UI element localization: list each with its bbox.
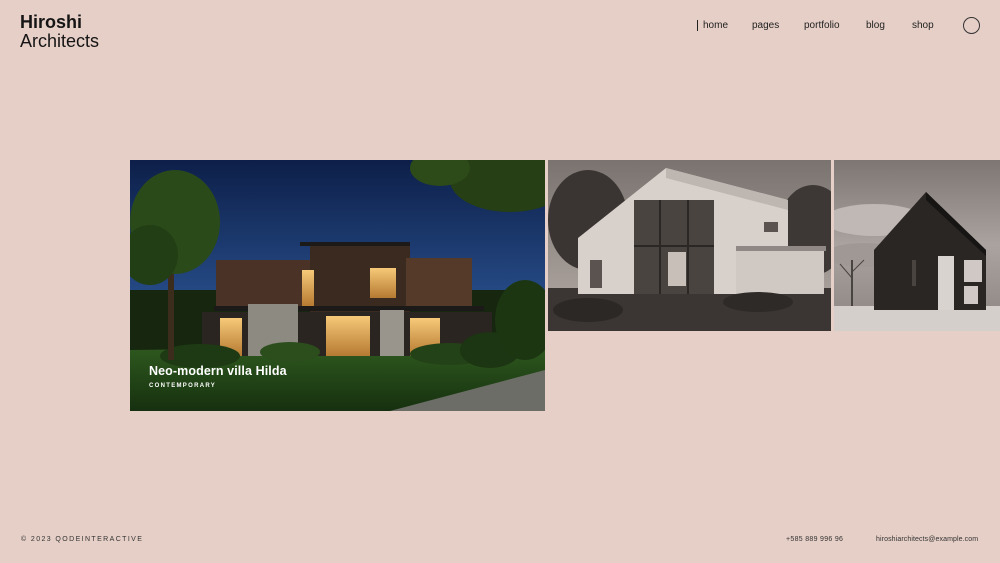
footer-phone[interactable]: +585 889 996 96 [786,536,843,543]
search-circle-icon[interactable] [963,17,980,34]
nav-item-portfolio[interactable]: portfolio [804,20,840,31]
nav-item-blog[interactable]: blog [866,20,885,31]
slide-caption: Neo-modern villa Hilda CONTEMPORARY [149,364,287,389]
slide-title[interactable]: Neo-modern villa Hilda [149,364,287,378]
grayscale-modern-house-photo [548,160,831,331]
portfolio-slide-villa-hilda[interactable]: Neo-modern villa Hilda CONTEMPORARY [130,160,545,411]
footer-email[interactable]: hiroshiarchitects@example.com [876,536,978,543]
portfolio-slide-2[interactable] [548,160,831,331]
footer-copyright: © 2023 QODEINTERACTIVE [21,536,144,543]
site-logo[interactable]: Hiroshi Architects [20,13,99,51]
portfolio-slide-3[interactable] [834,160,1000,331]
logo-line-2: Architects [20,31,100,51]
nav-item-pages[interactable]: pages [752,20,779,31]
logo-line-1: Hiroshi [20,12,83,32]
nav-item-shop[interactable]: shop [912,20,934,31]
nav-item-home[interactable]: home [697,20,728,31]
page: Hiroshi Architects home pages portfolio … [0,0,1000,563]
slide-category[interactable]: CONTEMPORARY [149,383,287,389]
grayscale-dark-gable-house-photo [834,160,1000,331]
